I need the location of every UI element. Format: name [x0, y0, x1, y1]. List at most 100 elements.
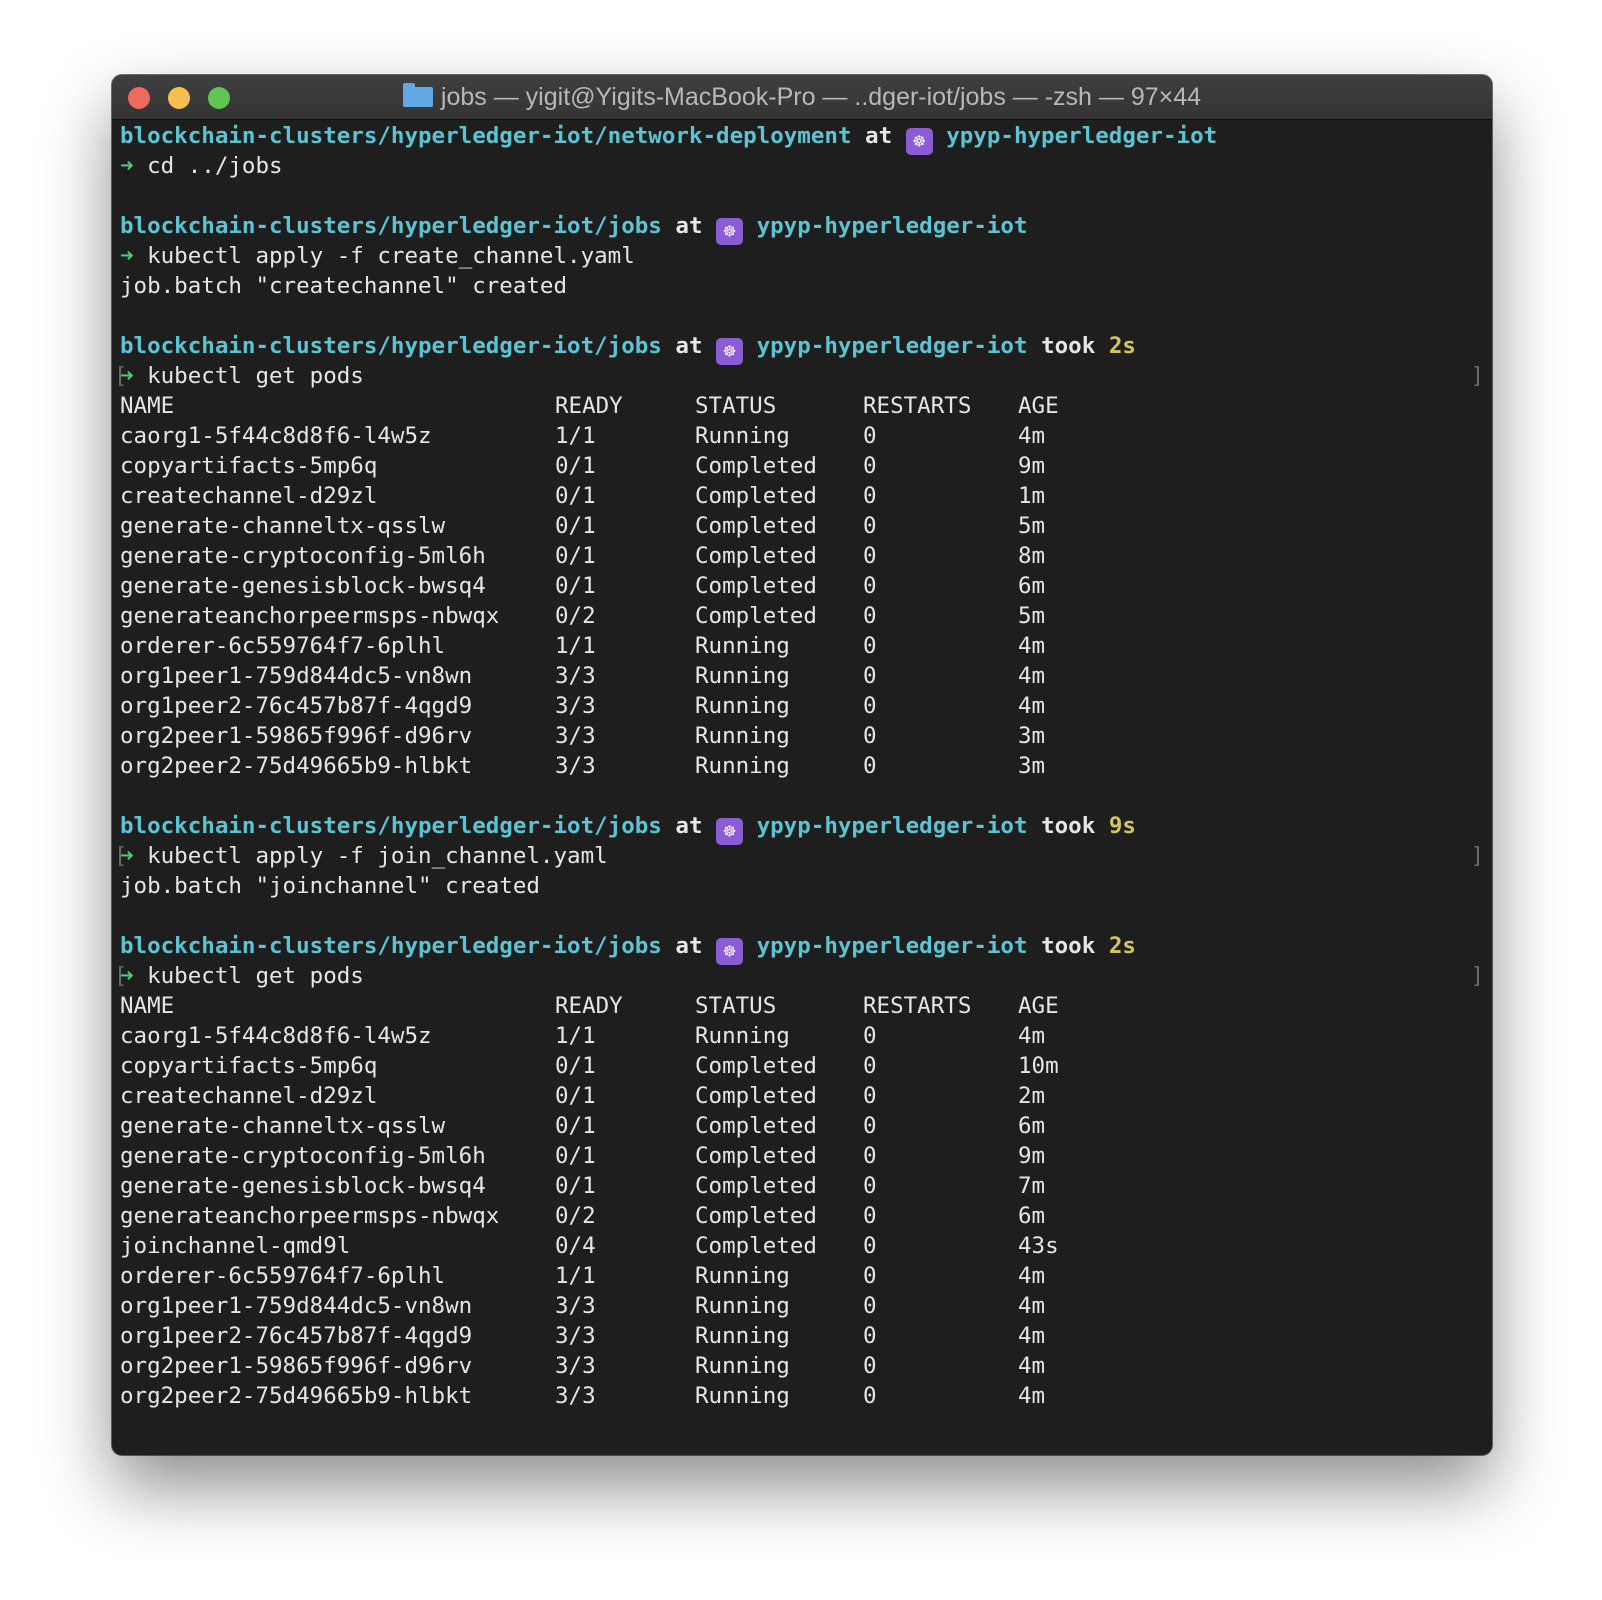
table-row: createchannel-d29zl 0/1 Completed 0 1m — [120, 481, 1484, 511]
pod-name: org1peer2-76c457b87f-4qgd9 — [120, 693, 473, 719]
pod-age: 10m — [1018, 1053, 1059, 1079]
table-row: org1peer1-759d844dc5-vn8wn 3/3 Running 0 4m — [120, 661, 1484, 691]
output-line: job.batch "joinchannel" created — [120, 871, 1484, 901]
pod-age: 4m — [1018, 1323, 1046, 1349]
command-line: [] ➜ kubectl get pods — [114, 361, 1484, 391]
mark-bracket-left: [ — [114, 963, 128, 989]
command-line: ➜ cd ../jobs — [120, 151, 1484, 181]
table-header: NAME READY STATUS RESTARTS AGE — [120, 991, 1484, 1021]
pod-name: caorg1-5f44c8d8f6-l4w5z — [120, 423, 432, 449]
pod-ready: 3/3 — [555, 1383, 596, 1409]
prompt-context: ypyp-hyperledger-iot — [756, 213, 1028, 239]
pod-restarts: 0 — [863, 573, 877, 599]
table-row: joinchannel-qmd9l 0/4 Completed 0 43s — [120, 1231, 1484, 1261]
pod-restarts: 0 — [863, 483, 877, 509]
pod-status: Completed — [695, 1143, 817, 1169]
pod-ready: 0/1 — [555, 1113, 596, 1139]
mark-bracket-right: ] — [1470, 843, 1484, 869]
command-text: kubectl get pods — [147, 963, 364, 989]
pod-age: 4m — [1018, 1263, 1046, 1289]
pod-ready: 0/4 — [555, 1233, 596, 1259]
pod-restarts: 0 — [863, 1083, 877, 1109]
table-row: org1peer2-76c457b87f-4qgd9 3/3 Running 0 4m — [120, 691, 1484, 721]
table-row: createchannel-d29zl 0/1 Completed 0 2m — [120, 1081, 1484, 1111]
pod-ready: 0/1 — [555, 543, 596, 569]
pod-status: Completed — [695, 543, 817, 569]
table-row: copyartifacts-5mp6q 0/1 Completed 0 10m — [120, 1051, 1484, 1081]
pod-name: generate-channeltx-qsslw — [120, 513, 446, 539]
pod-name: createchannel-d29zl — [120, 1083, 378, 1109]
pod-age: 9m — [1018, 1143, 1046, 1169]
mark-bracket-right: ] — [1470, 363, 1484, 389]
prompt-path: blockchain-clusters/hyperledger-iot/netw… — [120, 123, 852, 149]
pod-name: joinchannel-qmd9l — [120, 1233, 351, 1259]
prompt-arrow: ➜ — [120, 243, 134, 269]
table-row: orderer-6c559764f7-6plhl 1/1 Running 0 4m — [120, 1261, 1484, 1291]
pod-ready: 1/1 — [555, 423, 596, 449]
pod-status: Running — [695, 1353, 790, 1379]
prompt-context: ypyp-hyperledger-iot — [756, 933, 1028, 959]
prompt-arrow: ➜ — [120, 153, 134, 179]
pod-status: Running — [695, 1263, 790, 1289]
column-header: READY — [555, 393, 623, 419]
prompt-path: blockchain-clusters/hyperledger-iot/jobs — [120, 813, 662, 839]
table-row: orderer-6c559764f7-6plhl 1/1 Running 0 4m — [120, 631, 1484, 661]
pod-age: 5m — [1018, 513, 1046, 539]
pod-status: Completed — [695, 1233, 817, 1259]
pod-ready: 0/1 — [555, 513, 596, 539]
command-text: kubectl get pods — [147, 363, 364, 389]
table-row: generate-cryptoconfig-5ml6h 0/1 Completed 0… — [120, 1141, 1484, 1171]
pod-ready: 0/1 — [555, 1143, 596, 1169]
pod-age: 2m — [1018, 1083, 1046, 1109]
title-bar[interactable]: jobs — yigit@Yigits-MacBook-Pro — ..dger… — [112, 75, 1492, 120]
command-line: ➜ kubectl apply -f create_channel.yaml — [120, 241, 1484, 271]
command-line: [] ➜ kubectl apply -f join_channel.yaml — [114, 841, 1484, 871]
pod-restarts: 0 — [863, 633, 877, 659]
pod-status: Running — [695, 753, 790, 779]
pod-name: org2peer1-59865f996f-d96rv — [120, 1353, 473, 1379]
pod-ready: 0/2 — [555, 1203, 596, 1229]
pod-age: 4m — [1018, 693, 1046, 719]
pod-status: Running — [695, 663, 790, 689]
table-row: generate-genesisblock-bwsq4 0/1 Completed 0… — [120, 1171, 1484, 1201]
pod-age: 6m — [1018, 573, 1046, 599]
prompt-took: took — [1041, 333, 1096, 359]
pod-status: Running — [695, 1023, 790, 1049]
pod-age: 4m — [1018, 1353, 1046, 1379]
pod-name: org1peer1-759d844dc5-vn8wn — [120, 1293, 473, 1319]
pod-restarts: 0 — [863, 1203, 877, 1229]
pod-age: 9m — [1018, 453, 1046, 479]
pod-name: org2peer2-75d49665b9-hlbkt — [120, 1383, 473, 1409]
prompt-context: ypyp-hyperledger-iot — [756, 333, 1028, 359]
pod-status: Completed — [695, 1173, 817, 1199]
column-header: RESTARTS — [863, 993, 972, 1019]
pod-age: 6m — [1018, 1203, 1046, 1229]
table-row: org2peer1-59865f996f-d96rv 3/3 Running 0 3m — [120, 721, 1484, 751]
pod-name: generate-genesisblock-bwsq4 — [120, 1173, 486, 1199]
pod-restarts: 0 — [863, 1353, 877, 1379]
pod-ready: 1/1 — [555, 1263, 596, 1289]
mark-bracket-left: [ — [114, 843, 128, 869]
table-row: caorg1-5f44c8d8f6-l4w5z 1/1 Running 0 4m — [120, 421, 1484, 451]
table-row: generate-channeltx-qsslw 0/1 Completed 0 5m — [120, 511, 1484, 541]
pod-status: Completed — [695, 1203, 817, 1229]
column-header: NAME — [120, 993, 175, 1019]
pod-restarts: 0 — [863, 1053, 877, 1079]
pod-age: 6m — [1018, 1113, 1046, 1139]
pod-ready: 0/1 — [555, 1053, 596, 1079]
pod-ready: 0/2 — [555, 603, 596, 629]
pod-name: orderer-6c559764f7-6plhl — [120, 633, 446, 659]
pod-status: Running — [695, 1293, 790, 1319]
terminal-output[interactable]: blockchain-clusters/hyperledger-iot/netw… — [114, 121, 1484, 1411]
pod-restarts: 0 — [863, 1233, 877, 1259]
pod-ready: 1/1 — [555, 1023, 596, 1049]
pod-status: Running — [695, 423, 790, 449]
pod-name: caorg1-5f44c8d8f6-l4w5z — [120, 1023, 432, 1049]
pod-name: org1peer1-759d844dc5-vn8wn — [120, 663, 473, 689]
prompt-duration: 2s — [1108, 333, 1136, 359]
pod-ready: 3/3 — [555, 1353, 596, 1379]
table-row: org1peer2-76c457b87f-4qgd9 3/3 Running 0 4m — [120, 1321, 1484, 1351]
pod-status: Completed — [695, 603, 817, 629]
